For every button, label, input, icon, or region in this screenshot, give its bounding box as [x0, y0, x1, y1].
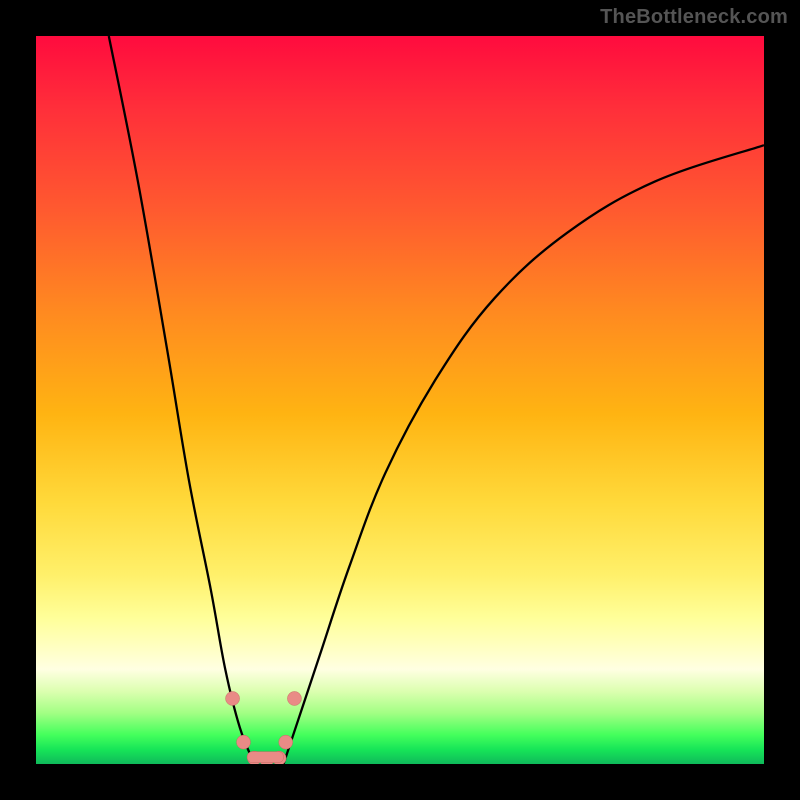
outer-frame: TheBottleneck.com [0, 0, 800, 800]
curve-left-branch [109, 36, 255, 764]
attribution-label: TheBottleneck.com [600, 6, 788, 29]
trough-marker [279, 735, 293, 749]
trough-marker [236, 735, 250, 749]
trough-marker [226, 691, 240, 705]
curve-layer [36, 36, 764, 764]
plot-area [36, 36, 764, 764]
trough-bar [247, 752, 283, 763]
curve-right-branch [284, 145, 764, 764]
trough-marker [287, 691, 301, 705]
